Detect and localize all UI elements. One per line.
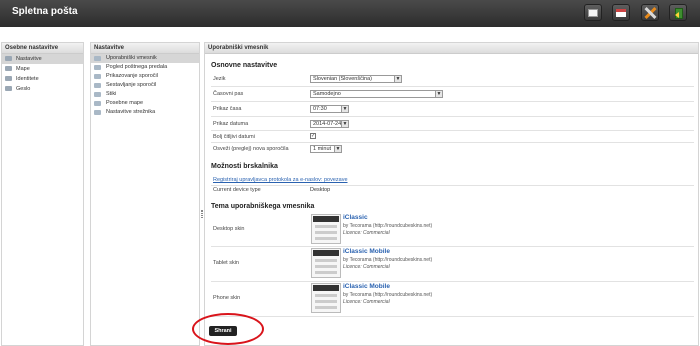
tablet-skin-name: iClassic Mobile (343, 248, 390, 255)
section-item-special-folders[interactable]: Posebne mape (91, 99, 199, 108)
tablet-skin-thumbnail[interactable] (311, 248, 341, 278)
settings-icon[interactable] (641, 4, 659, 21)
device-type-label: Current device type (213, 187, 261, 193)
desktop-skin-label: Desktop skin (213, 226, 245, 232)
register-protocol-link[interactable]: Registriraj upravljavca protokola za e-n… (213, 177, 348, 183)
date-format-label: Prikaz datuma (213, 121, 249, 127)
section-item-server-settings[interactable]: Nastavitve strežnika (91, 108, 199, 117)
desktop-skin-license: Licence: Commercial (343, 230, 390, 236)
refresh-label: Osveži (preglej) nova sporočila (213, 146, 289, 152)
section-item-display-messages[interactable]: Prikazovanje sporočil (91, 72, 199, 81)
section-label: Prikazovanje sporočil (106, 73, 158, 79)
section-icon (94, 110, 101, 115)
sidebar-item-identitete[interactable]: Identitete (2, 74, 83, 84)
identity-icon (5, 76, 12, 81)
language-value: Slovenian (Slovenščina) (313, 76, 373, 82)
chevron-down-icon: ▼ (341, 106, 348, 112)
browser-options-title: Možnosti brskalnika (211, 163, 278, 170)
desktop-skin-author: by Tecorama (http://roundcubeskins.net) (343, 223, 433, 229)
sidebar-title: Osebne nastavitve (2, 43, 83, 54)
section-icon (94, 74, 101, 79)
chevron-down-icon: ▼ (334, 146, 341, 152)
chevron-down-icon: ▼ (435, 91, 442, 97)
section-item-mailbox-view[interactable]: Pogled poštnega predala (91, 63, 199, 72)
section-label: Sestavljanje sporočil (106, 82, 157, 88)
divider (211, 130, 694, 131)
divider (211, 116, 694, 117)
time-format-value: 07:30 (313, 106, 327, 112)
phone-skin-thumbnail[interactable] (311, 283, 341, 313)
refresh-select[interactable]: 1 minut ▼ (310, 145, 342, 153)
basic-settings-title: Osnovne nastavitve (211, 62, 278, 69)
compose-icon[interactable] (584, 4, 602, 21)
refresh-value: 1 minut (313, 146, 332, 152)
time-format-select[interactable]: 07:30 ▼ (310, 105, 349, 113)
top-bar: Spletna pošta (0, 0, 700, 27)
pretty-dates-checkbox[interactable]: ✓ (310, 133, 316, 139)
highlight-circle (192, 313, 264, 345)
divider (211, 101, 694, 102)
sidebar-item-label: Nastavitve (16, 56, 42, 62)
section-label: Nastavitve strežnika (106, 109, 156, 115)
sidebar-item-label: Geslo (16, 86, 31, 92)
section-label: Stiki (106, 91, 117, 97)
phone-skin-license: Licence: Commercial (343, 299, 390, 305)
tablet-skin-label: Tablet skin (213, 260, 239, 266)
section-item-user-interface[interactable]: Uporabniški vmesnik (91, 54, 199, 63)
phone-skin-label: Phone skin (213, 295, 241, 301)
divider (211, 316, 694, 317)
pretty-dates-label: Bolj čitljivi datumi (213, 134, 255, 140)
key-icon (5, 86, 12, 91)
section-icon (94, 83, 101, 88)
sidebar-item-label: Identitete (16, 76, 39, 82)
date-format-select[interactable]: 2014-07-24 ▼ (310, 120, 349, 128)
sections-title: Nastavitve (91, 43, 199, 54)
timezone-value: Samodejno (313, 91, 341, 97)
preferences-icon (5, 56, 12, 61)
preferences-panel: Uporabniški vmesnik Osnovne nastavitve J… (204, 42, 699, 346)
sidebar-item-label: Mape (16, 66, 30, 72)
desktop-skin-name: iClassic (343, 214, 368, 221)
section-icon (94, 92, 101, 97)
tablet-skin-author: by Tecorama (http://roundcubeskins.net) (343, 257, 433, 263)
section-icon (94, 65, 101, 70)
logout-icon[interactable] (669, 4, 687, 21)
divider (211, 281, 694, 282)
section-icon (94, 101, 101, 106)
calendar-icon[interactable] (612, 4, 630, 21)
theme-title: Tema uporabniškega vmesnika (211, 203, 315, 210)
chevron-down-icon: ▼ (341, 121, 348, 127)
device-type-value: Desktop (310, 187, 331, 193)
date-format-value: 2014-07-24 (313, 121, 342, 127)
section-label: Posebne mape (106, 100, 143, 106)
divider (211, 86, 694, 87)
section-item-contacts[interactable]: Stiki (91, 90, 199, 99)
timezone-label: Časovni pas (213, 91, 244, 97)
sidebar-item-nastavitve[interactable]: Nastavitve (2, 54, 83, 64)
desktop-skin-thumbnail[interactable] (311, 214, 341, 244)
time-format-label: Prikaz časa (213, 106, 242, 112)
divider (211, 185, 694, 186)
language-label: Jezik (213, 76, 226, 82)
section-icon (94, 56, 101, 61)
language-select[interactable]: Slovenian (Slovenščina) ▼ (310, 75, 402, 83)
folder-icon (5, 66, 12, 71)
column-splitter[interactable] (201, 210, 203, 218)
divider (211, 246, 694, 247)
divider (211, 142, 694, 143)
sidebar-item-geslo[interactable]: Geslo (2, 84, 83, 94)
chevron-down-icon: ▼ (394, 76, 401, 82)
timezone-select[interactable]: Samodejno ▼ (310, 90, 443, 98)
panel-title: Uporabniški vmesnik (205, 43, 698, 54)
sidebar-item-mape[interactable]: Mape (2, 64, 83, 74)
phone-skin-author: by Tecorama (http://roundcubeskins.net) (343, 292, 433, 298)
phone-skin-name: iClassic Mobile (343, 283, 390, 290)
section-label: Pogled poštnega predala (106, 64, 168, 70)
sections-list: Nastavitve Uporabniški vmesnik Pogled po… (90, 42, 200, 346)
app-title: Spletna pošta (12, 6, 78, 17)
settings-sidebar: Osebne nastavitve Nastavitve Mape Identi… (1, 42, 84, 346)
tablet-skin-license: Licence: Commercial (343, 264, 390, 270)
section-label: Uporabniški vmesnik (106, 55, 157, 61)
section-item-compose-messages[interactable]: Sestavljanje sporočil (91, 81, 199, 90)
